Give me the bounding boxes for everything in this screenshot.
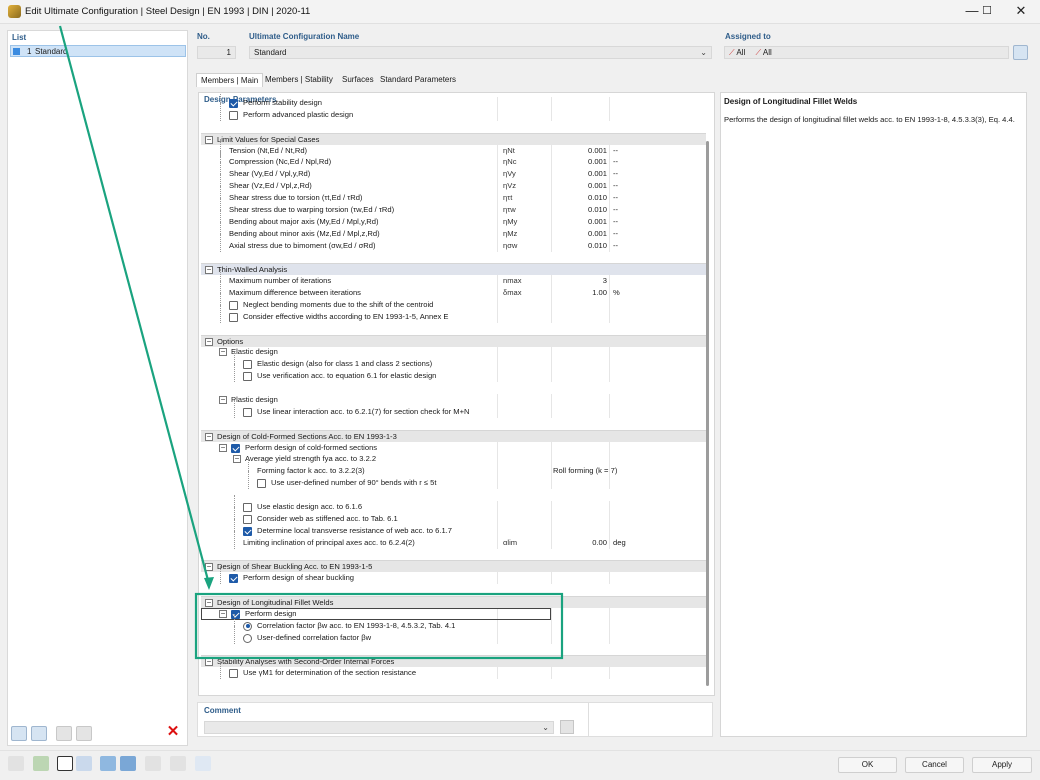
formula-icon[interactable] [195,756,211,771]
ok-button[interactable]: OK [838,757,897,773]
annotation-overlay [58,25,564,660]
select-icon[interactable] [57,756,73,771]
copy-icon[interactable] [145,756,161,771]
view-icon[interactable] [76,756,92,771]
annotation-highlight-box [194,592,564,660]
reset-icon[interactable] [170,756,186,771]
eye-icon[interactable] [100,756,116,771]
annotation-arrow [58,25,211,585]
annotation-arrowhead [204,577,214,590]
cancel-button[interactable]: Cancel [905,757,964,773]
search-icon[interactable] [8,756,24,771]
apply-button[interactable]: Apply [972,757,1032,773]
settings-icon[interactable] [120,756,136,771]
units-icon[interactable] [33,756,49,771]
